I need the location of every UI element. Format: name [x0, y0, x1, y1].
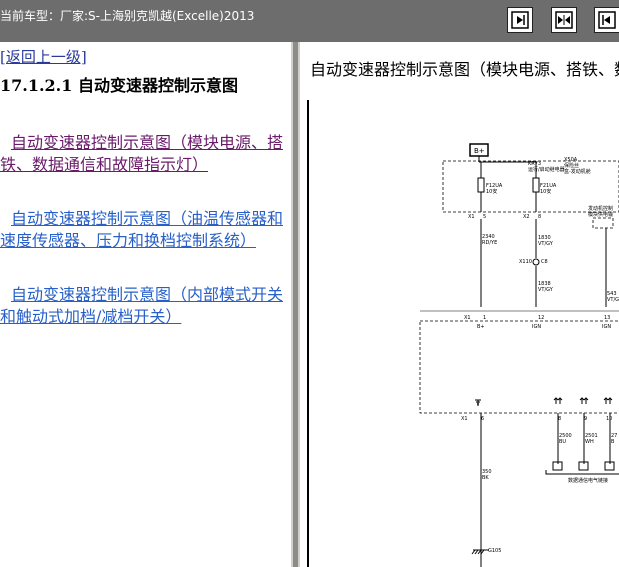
ecm-box [592, 217, 614, 229]
wire3-color: VT/GY [538, 287, 554, 293]
battery-label: B+ [474, 147, 485, 155]
fuse1-rating: 10安 [486, 188, 497, 195]
expand-both-icon [555, 11, 573, 29]
x2-pin-number: 8 [538, 214, 541, 220]
splice-symbol [532, 258, 540, 266]
data-arrow-icon [603, 397, 613, 404]
tcm-module-box [419, 320, 619, 414]
wire2-color: VT/GY [538, 241, 554, 247]
title-bar: 当前车型：厂家:S-上海别克凯越(Excelle)2013 [0, 0, 619, 42]
collapse-right-icon [511, 11, 529, 29]
data-link-label: 数据通信电气链接 [568, 477, 608, 484]
back-link[interactable]: [返回上一级] [0, 46, 87, 67]
splice-label: X110 [519, 259, 532, 265]
data-wire2-color: WH [585, 439, 594, 445]
fuse2-rating: 10安 [540, 188, 551, 195]
data-pin-number: 10 [606, 416, 612, 422]
pin-bplus-number: 1 [483, 315, 486, 321]
gnd-conn-label: X1 [461, 416, 468, 422]
pin-bplus-label: B+ [477, 324, 485, 330]
ground-wire-color: BK [482, 475, 489, 481]
expand-both-button[interactable] [551, 7, 577, 33]
pin-ign2-number: 13 [604, 315, 610, 321]
conn-x1-label: X1 [464, 315, 471, 321]
fuse2-symbol [532, 177, 540, 193]
collapse-left-icon [598, 11, 616, 29]
collapse-right-button[interactable] [507, 7, 533, 33]
collapse-left-button[interactable] [594, 7, 619, 33]
data-arrow-icon [553, 397, 563, 404]
diagram-pane: 自动变速器控制示意图（模块电源、搭铁、数据通信和故障指示灯） B+ KR73运行… [300, 42, 619, 567]
data-wire3-color: B [611, 439, 615, 445]
x1-pin-number: 5 [483, 214, 486, 220]
wire1-color: RD/YE [482, 240, 497, 246]
toc-link-sensors-pressure[interactable]: 自动变速器控制示意图（油温传感器和速度传感器、压力和换档控制系统） [0, 208, 285, 252]
relay-label: KR73 运行/启动继电器 [528, 161, 565, 173]
fuse1-symbol [477, 177, 485, 193]
toc-link-power-ground[interactable]: 自动变速器控制示意图（模块电源、搭铁、数据通信和故障指示灯） [0, 132, 285, 176]
splice-pin: C8 [541, 259, 548, 265]
data-link-bracket [545, 470, 619, 475]
pin-ign2-label: IGN [602, 324, 611, 330]
data-arrow-icon [579, 397, 589, 404]
toc-link-mode-switch[interactable]: 自动变速器控制示意图（内部模式开关和触动式加档/减档开关） [0, 284, 285, 328]
data-wire1-color: BU [559, 439, 566, 445]
splitter-bar[interactable] [293, 42, 298, 567]
internal-ground-icon [475, 399, 481, 406]
fuse-block-label: X50A 保险丝盒-发动机舱 [564, 157, 591, 175]
ground-name: G105 [488, 548, 501, 554]
pin-ign-number: 12 [538, 315, 544, 321]
wire4-color: VT/GY [607, 297, 619, 303]
x2-pin-label: X2 [523, 214, 530, 220]
x1-pin-label: X1 [468, 214, 475, 220]
pin-ign-label: IGN [532, 324, 541, 330]
section-title: 17.1.2.1 自动变速器控制示意图 [0, 76, 238, 95]
ecm-note: 发动机控制模块供电输 [588, 205, 613, 218]
data-pin-group: 8 9 10 [553, 397, 613, 422]
pane-splitter[interactable] [291, 42, 300, 567]
wiring-diagram: B+ KR73 运行/启动继电器 X50A 保险丝盒-发动机舱 F12UA 10安 … [419, 143, 619, 567]
toc-pane: [返回上一级] 17.1.2.1 自动变速器控制示意图 自动变速器控制示意图（模… [0, 42, 291, 567]
window-title: 当前车型：厂家:S-上海别克凯越(Excelle)2013 [0, 9, 255, 23]
